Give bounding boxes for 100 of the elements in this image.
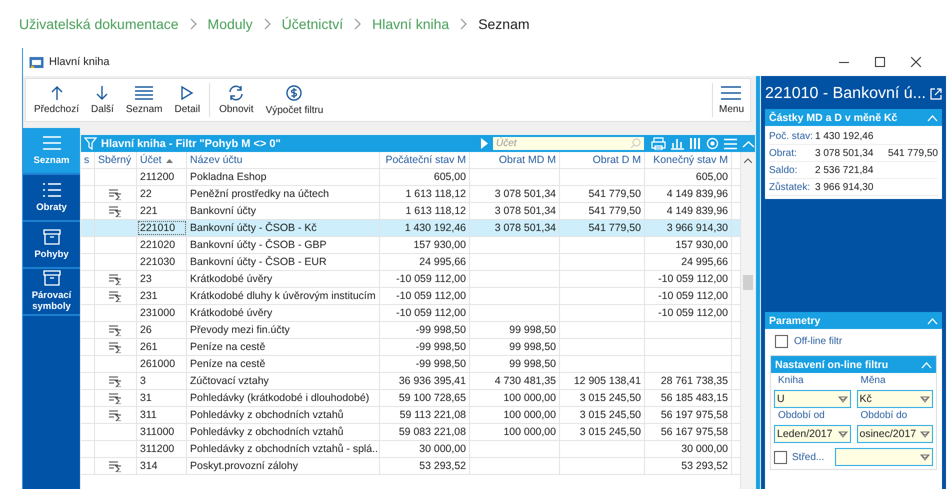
play-icon[interactable] [480, 138, 489, 149]
dropdown-field[interactable] [835, 448, 933, 466]
table-cell: 605,00 [645, 169, 732, 185]
table-cell: Pohledávky (krátkodobé i dlouhodobé) [187, 390, 380, 406]
table-cell: 4 149 839,96 [645, 203, 732, 219]
table-cell: 3 966 914,30 [645, 220, 732, 236]
toolbar-button[interactable]: Detail [168, 79, 206, 121]
table-cell: 4 149 839,96 [645, 186, 732, 202]
table-row[interactable]: 311200 Pohledávky z obchodních vztahů - splá... 30 000,00 30 000,00 [81, 441, 740, 458]
table-cell: 22 [137, 186, 187, 202]
collapse-icon[interactable] [921, 360, 932, 368]
checkbox-label: Off-line filtr [794, 336, 842, 347]
dropdown-icon [920, 396, 930, 402]
table-cell: 221020 [137, 237, 187, 253]
table-cell: 31 [137, 390, 187, 406]
table-cell: Peněžní prostředky na účtech [187, 186, 380, 202]
field-label: Obrat: [769, 148, 798, 158]
dollar-circle-icon [285, 84, 304, 102]
print-icon[interactable] [651, 137, 666, 150]
filter-icon [84, 136, 97, 150]
dropdown-field[interactable]: Kč [856, 390, 933, 408]
table-row[interactable]: 221010 Bankovní účty - ČSOB - Kč 1 430 192,46 3 078 501,34 541 779,50 3 966 914,30 [81, 220, 740, 237]
table-cell: 157 930,00 [380, 237, 470, 253]
scrollbar-thumb[interactable] [743, 275, 753, 290]
dropdown-field[interactable]: Leden/2017 [774, 425, 850, 443]
table-cell: 221 [137, 203, 187, 219]
table-row[interactable]: 23 Krátkodobé úvěry -10 059 112,00 -10 059 112,00 [81, 271, 740, 288]
table-cell: -10 059 112,00 [380, 288, 470, 304]
collapse-icon[interactable] [927, 316, 938, 324]
table-cell: 541 779,50 [560, 220, 645, 236]
table-cell: 59 083 221,08 [380, 424, 470, 440]
detail-title: 221010 - Bankovní ú... [765, 85, 926, 103]
table-row[interactable]: 261 Peníze na cestě -99 998,50 99 998,50 [81, 339, 740, 356]
column-header[interactable]: s [81, 152, 95, 168]
column-header[interactable]: Název účtu [187, 152, 380, 168]
box-icon [42, 228, 60, 245]
section-title: Parametry [769, 314, 820, 326]
chevron-icon [264, 18, 271, 30]
chevron-icon [190, 18, 197, 30]
dropdown-field[interactable]: U [774, 390, 850, 408]
table-row[interactable]: 31 Pohledávky (krátkodobé i dlouhodobé) 59 100 728,65 100 000,00 3 015 245,50 56 185 483,15 [81, 390, 740, 407]
table-row[interactable]: 22 Peněžní prostředky na účtech 1 613 118,12 3 078 501,34 541 779,50 4 149 839,96 [81, 186, 740, 203]
toolbar-button[interactable]: Další [85, 79, 120, 121]
column-header[interactable]: Obrat D M [560, 152, 645, 168]
chevron-icon [460, 18, 468, 30]
dropdown-field[interactable]: osinec/2017 [856, 425, 933, 443]
toolbar-button[interactable]: Seznam [120, 79, 169, 121]
field-label: Kniha [777, 375, 805, 388]
up-arrow-icon [48, 85, 65, 101]
checkbox[interactable] [775, 335, 788, 348]
table-cell: 26 [137, 322, 187, 338]
table-cell: 30 000,00 [645, 441, 732, 457]
toolbar-button[interactable]: Výpočet filtru [260, 79, 330, 121]
field-label: Měna [860, 375, 887, 388]
checkbox-label: Střed... [792, 450, 824, 464]
toolbar-button[interactable]: Obnovit [213, 79, 260, 121]
column-header[interactable]: Účet [137, 152, 187, 168]
checkbox[interactable] [774, 450, 787, 464]
table-cell: 99 998,50 [470, 322, 560, 338]
table-row[interactable]: 314 Poskyt.provozní zálohy 53 293,52 53 293,52 [81, 458, 740, 475]
table-cell: Bankovní účty - ČSOB - Kč [187, 220, 380, 236]
external-link-icon[interactable] [930, 88, 942, 100]
columns-icon[interactable] [689, 137, 702, 150]
chart-icon[interactable] [670, 137, 685, 150]
field-label: Zůstatek: [769, 182, 812, 192]
table-cell: 541 779,50 [560, 186, 645, 202]
table-row[interactable]: 231 Krátkodobé dluhy k úvěrovým institucím -10 059 112,00 -10 059 112,00 [81, 288, 740, 305]
toolbar-button[interactable]: Předchozí [28, 79, 86, 121]
table-cell: 211200 [137, 169, 187, 185]
table-row[interactable]: 221020 Bankovní účty - ČSOB - GBP 157 930,00 157 930,00 [81, 237, 740, 254]
nav-tab[interactable]: Párovací symboly [23, 269, 80, 316]
menu-icon[interactable] [723, 138, 738, 150]
section-title: Částky MD a D v měně Kč [769, 112, 898, 124]
table-row[interactable]: 26 Převody mezi fin.účty -99 998,50 99 998,50 [81, 322, 740, 339]
bullet-list-icon [42, 182, 62, 198]
table-cell: 100 000,00 [470, 424, 560, 440]
column-header[interactable]: Obrat MD M [470, 152, 560, 168]
menu-button[interactable]: Menu [712, 83, 750, 117]
breadcrumb-current: Seznam [478, 16, 530, 32]
collapse-icon[interactable] [927, 114, 938, 122]
table-cell: 231000 [137, 305, 187, 321]
column-header[interactable]: Sběrný [95, 152, 137, 168]
table-row[interactable]: 311000 Pohledávky z obchodních vztahů 59 083 221,08 100 000,00 3 015 245,50 56 167 975,58 [81, 424, 740, 441]
maximize-icon[interactable] [875, 57, 885, 67]
refresh-icon [227, 85, 246, 101]
box-icon [42, 270, 60, 286]
table-row[interactable]: 211200 Pokladna Eshop 605,00 605,00 [81, 169, 740, 186]
table-row[interactable]: 221030 Bankovní účty - ČSOB - EUR 24 995,66 24 995,66 [81, 254, 740, 271]
table-row[interactable]: 261000 Peníze na cestě -99 998,50 99 998,50 [81, 356, 740, 373]
table-row[interactable]: 3 Zúčtovací vztahy 36 936 395,41 4 730 481,35 12 905 138,41 28 761 738,35 [81, 373, 740, 390]
column-header[interactable]: Počáteční stav M [380, 152, 470, 168]
close-icon[interactable] [911, 57, 921, 67]
table-cell: -99 998,50 [380, 356, 470, 372]
table-row[interactable]: 231000 Krátkodobé úvěry -10 059 112,00 -10 059 112,00 [81, 305, 740, 322]
table-cell: 3 078 501,34 [470, 220, 560, 236]
table-cell: 3 015 245,50 [560, 407, 645, 423]
settings-icon[interactable] [706, 137, 719, 150]
column-header[interactable]: Konečný stav M [645, 152, 732, 168]
list-icon [42, 134, 62, 151]
table-row[interactable]: 311 Pohledávky z obchodních vztahů 59 113 221,08 100 000,00 3 015 245,50 56 197 975,58 [81, 407, 740, 424]
